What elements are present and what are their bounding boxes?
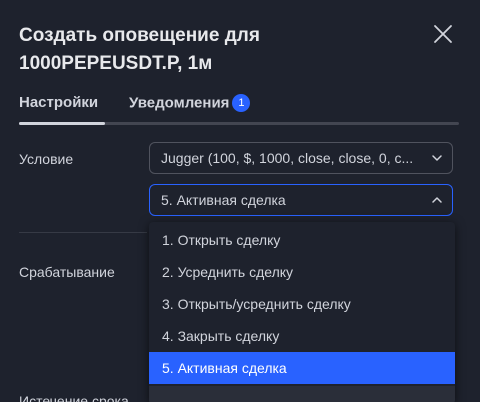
tab-settings[interactable]: Настройки [19,94,98,111]
dialog-title: Создать оповещение для 1000PEPEUSDT.P, 1… [19,22,409,78]
chevron-up-icon [432,197,442,203]
indicator-select[interactable]: Jugger (100, $, 1000, close, close, 0, c… [149,142,453,174]
tab-notifications-label: Уведомления [129,94,230,112]
dropdown-option[interactable]: 4. Закрыть сделку [149,320,455,352]
trigger-label: Срабатывание [19,264,115,280]
section-divider [19,232,147,233]
close-icon [434,25,452,43]
dialog-title-line2: 1000PEPEUSDT.P, 1м [19,53,213,74]
dialog-title-line1: Создать оповещение для [19,25,260,46]
condition-mode-dropdown-menu: 1. Открыть сделку 2. Усреднить сделку 3.… [149,222,455,402]
tab-settings-label: Настройки [19,94,99,111]
condition-mode-select[interactable]: 5. Активная сделка [149,184,453,216]
tab-bar: Настройки Уведомления 1 [19,94,459,126]
notification-count-badge: 1 [232,94,251,113]
active-tab-indicator [19,122,105,125]
expiry-label: Истечение срока [19,393,129,402]
condition-label: Условие [19,151,74,167]
create-alert-dialog: Создать оповещение для 1000PEPEUSDT.P, 1… [0,0,480,402]
dropdown-option[interactable]: 1. Открыть сделку [149,224,455,256]
dropdown-option-selected[interactable]: 5. Активная сделка [149,352,455,384]
dropdown-scroll-area [149,386,455,402]
condition-mode-select-value: 5. Активная сделка [161,192,286,208]
dropdown-option[interactable]: 3. Открыть/усреднить сделку [149,288,455,320]
chevron-down-icon [432,155,442,161]
indicator-select-value: Jugger (100, $, 1000, close, close, 0, c… [161,150,414,166]
dropdown-option[interactable]: 2. Усреднить сделку [149,256,455,288]
tab-notifications[interactable]: Уведомления 1 [129,94,251,113]
close-button[interactable] [431,22,455,46]
